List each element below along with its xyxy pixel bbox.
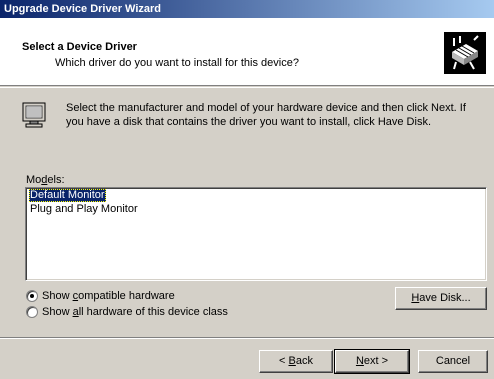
next-button[interactable]: Next > <box>334 349 410 374</box>
hardware-chip-icon <box>444 32 486 74</box>
have-disk-button[interactable]: Have Disk... <box>395 287 487 310</box>
monitor-icon <box>22 102 46 128</box>
cancel-button[interactable]: Cancel <box>418 350 488 373</box>
header-title: Select a Device Driver <box>22 41 137 53</box>
wizard-window: Upgrade Device Driver Wizard Select a De… <box>0 0 494 379</box>
header-subtitle: Which driver do you want to install for … <box>55 57 299 69</box>
header-separator <box>0 87 494 88</box>
models-listbox[interactable]: Default Monitor Plug and Play Monitor <box>25 187 487 281</box>
models-label: Models: <box>26 174 65 186</box>
radio-button-unselected[interactable] <box>26 306 38 318</box>
wizard-header: Select a Device Driver Which driver do y… <box>0 18 494 86</box>
footer-separator-highlight <box>0 338 494 339</box>
show-all-label: Show all hardware of this device class <box>42 306 228 318</box>
window-title: Upgrade Device Driver Wizard <box>4 3 162 15</box>
list-item-default-monitor[interactable]: Default Monitor <box>29 189 106 202</box>
radio-button-selected[interactable] <box>26 290 38 302</box>
back-button[interactable]: < Back <box>259 350 333 373</box>
intro-instructions: Select the manufacturer and model of you… <box>66 102 466 128</box>
show-compatible-label: Show compatible hardware <box>42 290 175 302</box>
title-bar[interactable]: Upgrade Device Driver Wizard <box>0 0 494 18</box>
list-item-plug-and-play-monitor[interactable]: Plug and Play Monitor <box>29 203 139 216</box>
